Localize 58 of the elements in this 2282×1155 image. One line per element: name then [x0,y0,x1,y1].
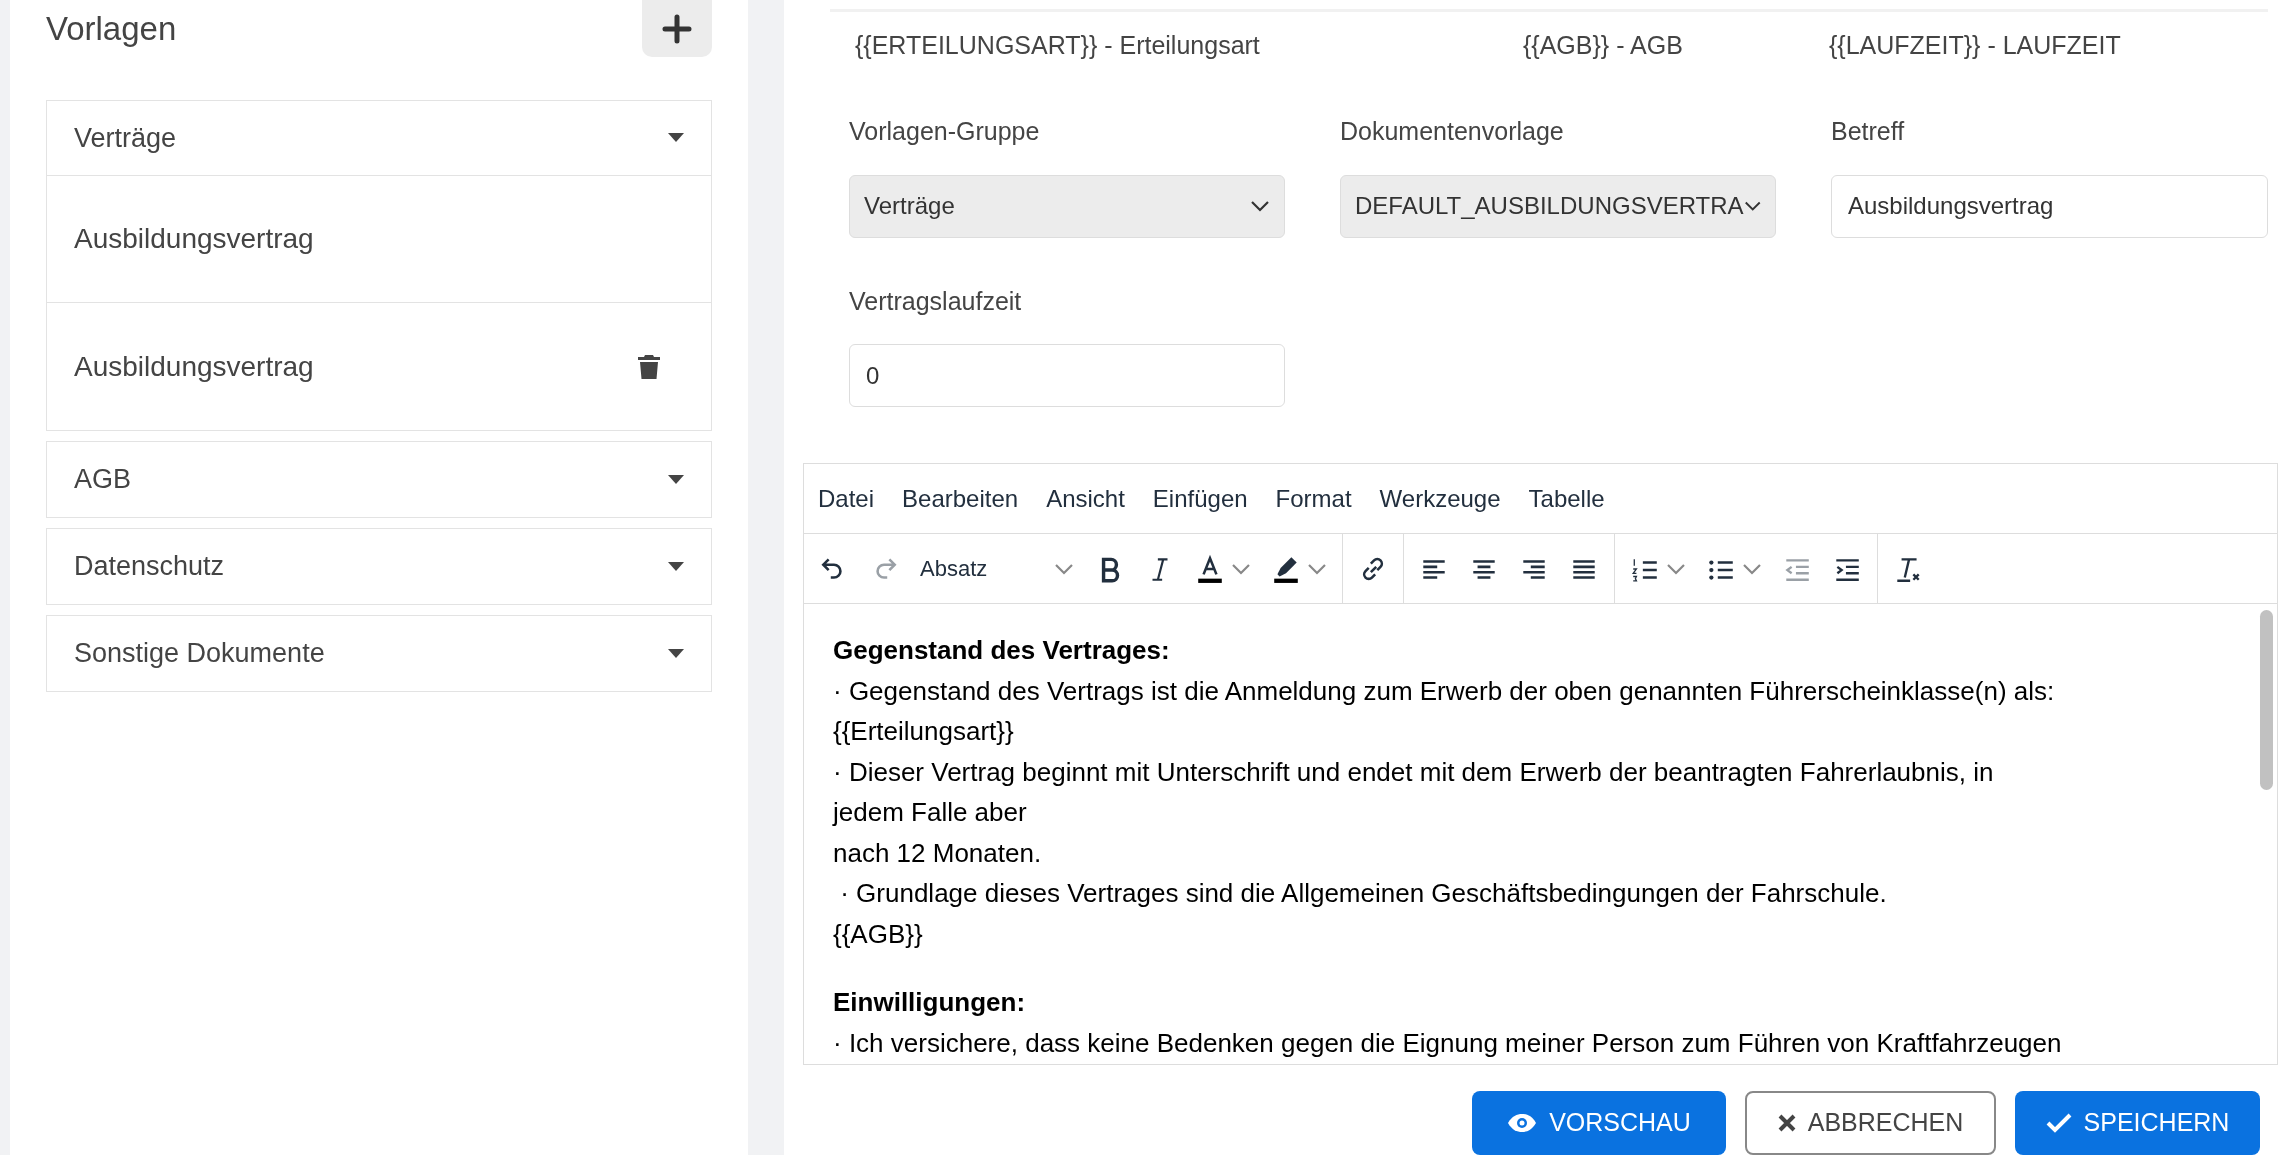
accordion-header[interactable]: AGB [47,442,711,517]
accordion-header[interactable]: Verträge [47,101,711,176]
add-button[interactable] [642,0,712,57]
save-button[interactable]: SPEICHERN [2015,1091,2260,1155]
preview-button[interactable]: VORSCHAU [1472,1091,1726,1155]
scrollbar[interactable] [2260,610,2273,790]
accordion-header[interactable]: Datenschutz [47,529,711,604]
chevron-down-icon [1231,562,1251,575]
block-format-dropdown[interactable]: Absatz [912,543,1082,594]
eye-icon [1507,1113,1538,1133]
select-field[interactable]: DEFAULT_AUSBILDUNGSVERTRA [1340,174,1776,238]
chevron-down-icon [1307,562,1327,575]
menu-item[interactable]: Bearbeiten [902,480,1019,517]
template-item[interactable]: Ausbildungsvertrag [47,176,711,303]
accordion-header[interactable]: Sonstige Dokumente [47,616,711,691]
menu-item[interactable]: Einfügen [1152,480,1248,517]
menu-item[interactable]: Datei [818,480,875,517]
template-item[interactable]: Ausbildungsvertrag [47,303,711,430]
sidebar-title: Vorlagen [46,9,177,49]
input-field[interactable]: Ausbildungsvertrag [1831,174,2268,238]
caret-icon [667,647,685,660]
check-icon [2045,1113,2072,1133]
editor-text-line: jedem Falle aber [833,796,1028,829]
editor-text-line: · Ich versichere, dass keine Bedenken gegen die Eignung meiner Person zum Führen von Kraftfahrzeugen [833,1026,2063,1060]
text-color-icon [1195,553,1225,584]
chevron-down-icon [1666,562,1686,575]
chevron-down-icon [1743,200,1761,212]
editor-text-line: nach 12 Monaten. [833,836,1043,870]
editor-heading: Gegenstand des Vertrages: [833,634,1171,667]
editor-heading: Einwilligungen: [833,986,1027,1019]
caret-icon [667,560,685,573]
editor-text-line: {{Erteilungsart}} [833,715,1015,748]
trash-icon[interactable] [637,353,661,380]
chevron-down-icon [1250,200,1270,212]
editor-text-line: {{AGB}} [833,917,924,951]
caret-icon [667,132,685,144]
editor-text-line: · Grundlage dieses Vertrages sind die Allgemeinen Geschäftsbedingungen der Fahrschule. [839,877,1888,910]
editor-text-line: · Gegenstand des Vertrags ist die Anmeldung zum Erwerb der oben genannten Führerscheinklasse(n) als: [833,674,2056,708]
chevron-down-icon [1054,562,1074,575]
cancel-button[interactable]: ABBRECHEN [1745,1091,1996,1155]
placeholder-variable: {{AGB}} - AGB [1523,31,1683,60]
menu-item[interactable]: Tabelle [1528,480,1605,517]
placeholder-variable: {{ERTEILUNGSART}} - Erteilungsart [855,31,1260,60]
field-label: Vertragslaufzeit [849,285,1023,317]
chevron-down-icon [1742,562,1762,575]
placeholder-variable: {{LAUFZEIT}} - LAUFZEIT [1829,31,2121,60]
plus-icon [662,13,692,44]
input-field[interactable]: 0 [849,344,1285,407]
field-label: Vorlagen-Gruppe [849,116,1041,147]
menu-item[interactable]: Format [1275,480,1352,517]
menu-item[interactable]: Werkzeuge [1379,480,1501,517]
select-field[interactable]: Verträge [849,174,1285,238]
close-icon [1777,1114,1796,1132]
menu-item[interactable]: Ansicht [1046,480,1125,517]
field-label: Betreff [1831,116,1906,147]
caret-icon [667,473,685,486]
editor-text-line: · Dieser Vertrag beginnt mit Unterschrift und endet mit dem Erwerb der beantragten Fahrerlaubnis, in [833,755,1995,789]
field-label: Dokumentenvorlage [1340,116,1565,147]
